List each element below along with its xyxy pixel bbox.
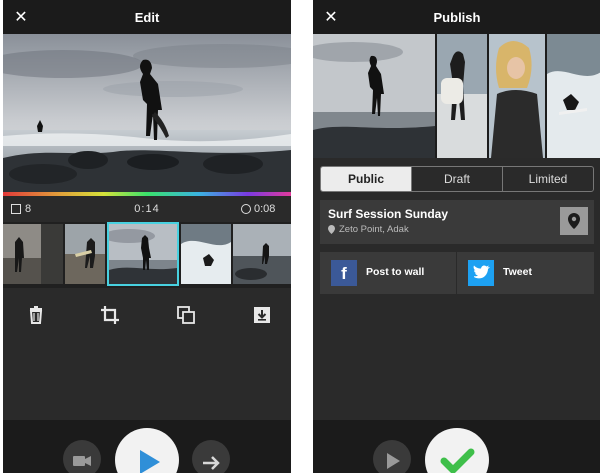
collage-image [313,34,600,158]
publish-screen: ✕ Publish Public Draft Limited Surf Sess… [313,0,600,473]
clip-filmstrip[interactable] [3,222,291,288]
edit-bottom-bar [3,420,291,473]
video-preview[interactable] [3,34,291,192]
video-title[interactable]: Surf Session Sunday [328,207,448,221]
play-button[interactable] [115,428,179,473]
next-arrow-icon [203,456,220,470]
play-icon [387,453,400,469]
publish-title-bar: ✕ Publish [313,0,600,34]
clip-thumbnail[interactable] [181,224,231,284]
tab-public[interactable]: Public [321,167,411,191]
clock-icon [241,204,251,214]
twitter-icon[interactable] [468,260,494,286]
next-button[interactable] [192,440,230,473]
share-options: f Post to wall Tweet [320,252,594,294]
surfer-preview-image [3,34,291,192]
tweet-label[interactable]: Tweet [503,266,532,278]
clip-thumbnail[interactable] [65,224,105,284]
share-divider [456,252,457,294]
edit-title: Edit [134,10,160,25]
edit-screen: ✕ Edit 8 0:14 0:08 [3,0,291,473]
save-to-device-icon[interactable] [251,304,273,326]
duplicate-icon[interactable] [175,304,197,326]
trash-icon[interactable] [25,304,47,326]
facebook-icon[interactable]: f [331,260,357,286]
tab-limited[interactable]: Limited [502,167,593,191]
tab-draft[interactable]: Draft [411,167,502,191]
color-timeline-strip [3,192,291,196]
map-pin-icon [568,213,580,229]
publish-check-icon [440,448,475,473]
publish-bottom-bar [313,420,600,473]
crop-icon[interactable] [99,304,121,326]
total-duration: 0:08 [254,203,276,215]
visibility-segmented-control[interactable]: Public Draft Limited [320,166,594,192]
location-text: Zeto Point, Adak [339,224,409,235]
edit-toolbar [3,300,291,328]
post-to-wall-label[interactable]: Post to wall [366,266,424,278]
clip-thumbnail[interactable] [233,224,291,284]
publish-button[interactable] [425,428,489,473]
set-location-button[interactable] [560,207,588,235]
play-icon [140,450,160,473]
time-bar: 8 0:14 0:08 [3,200,291,220]
video-collage-preview [313,34,600,158]
clip-thumbnail-selected[interactable] [107,222,179,286]
publish-title: Publish [433,10,481,25]
preview-play-button[interactable] [373,440,411,473]
location-pin-icon [328,225,335,234]
camera-icon [73,456,91,466]
edit-title-bar: ✕ Edit [3,0,291,34]
clip-thumbnail[interactable] [3,224,63,284]
camera-button[interactable] [63,440,101,473]
video-info-card: Surf Session Sunday Zeto Point, Adak [320,200,594,244]
